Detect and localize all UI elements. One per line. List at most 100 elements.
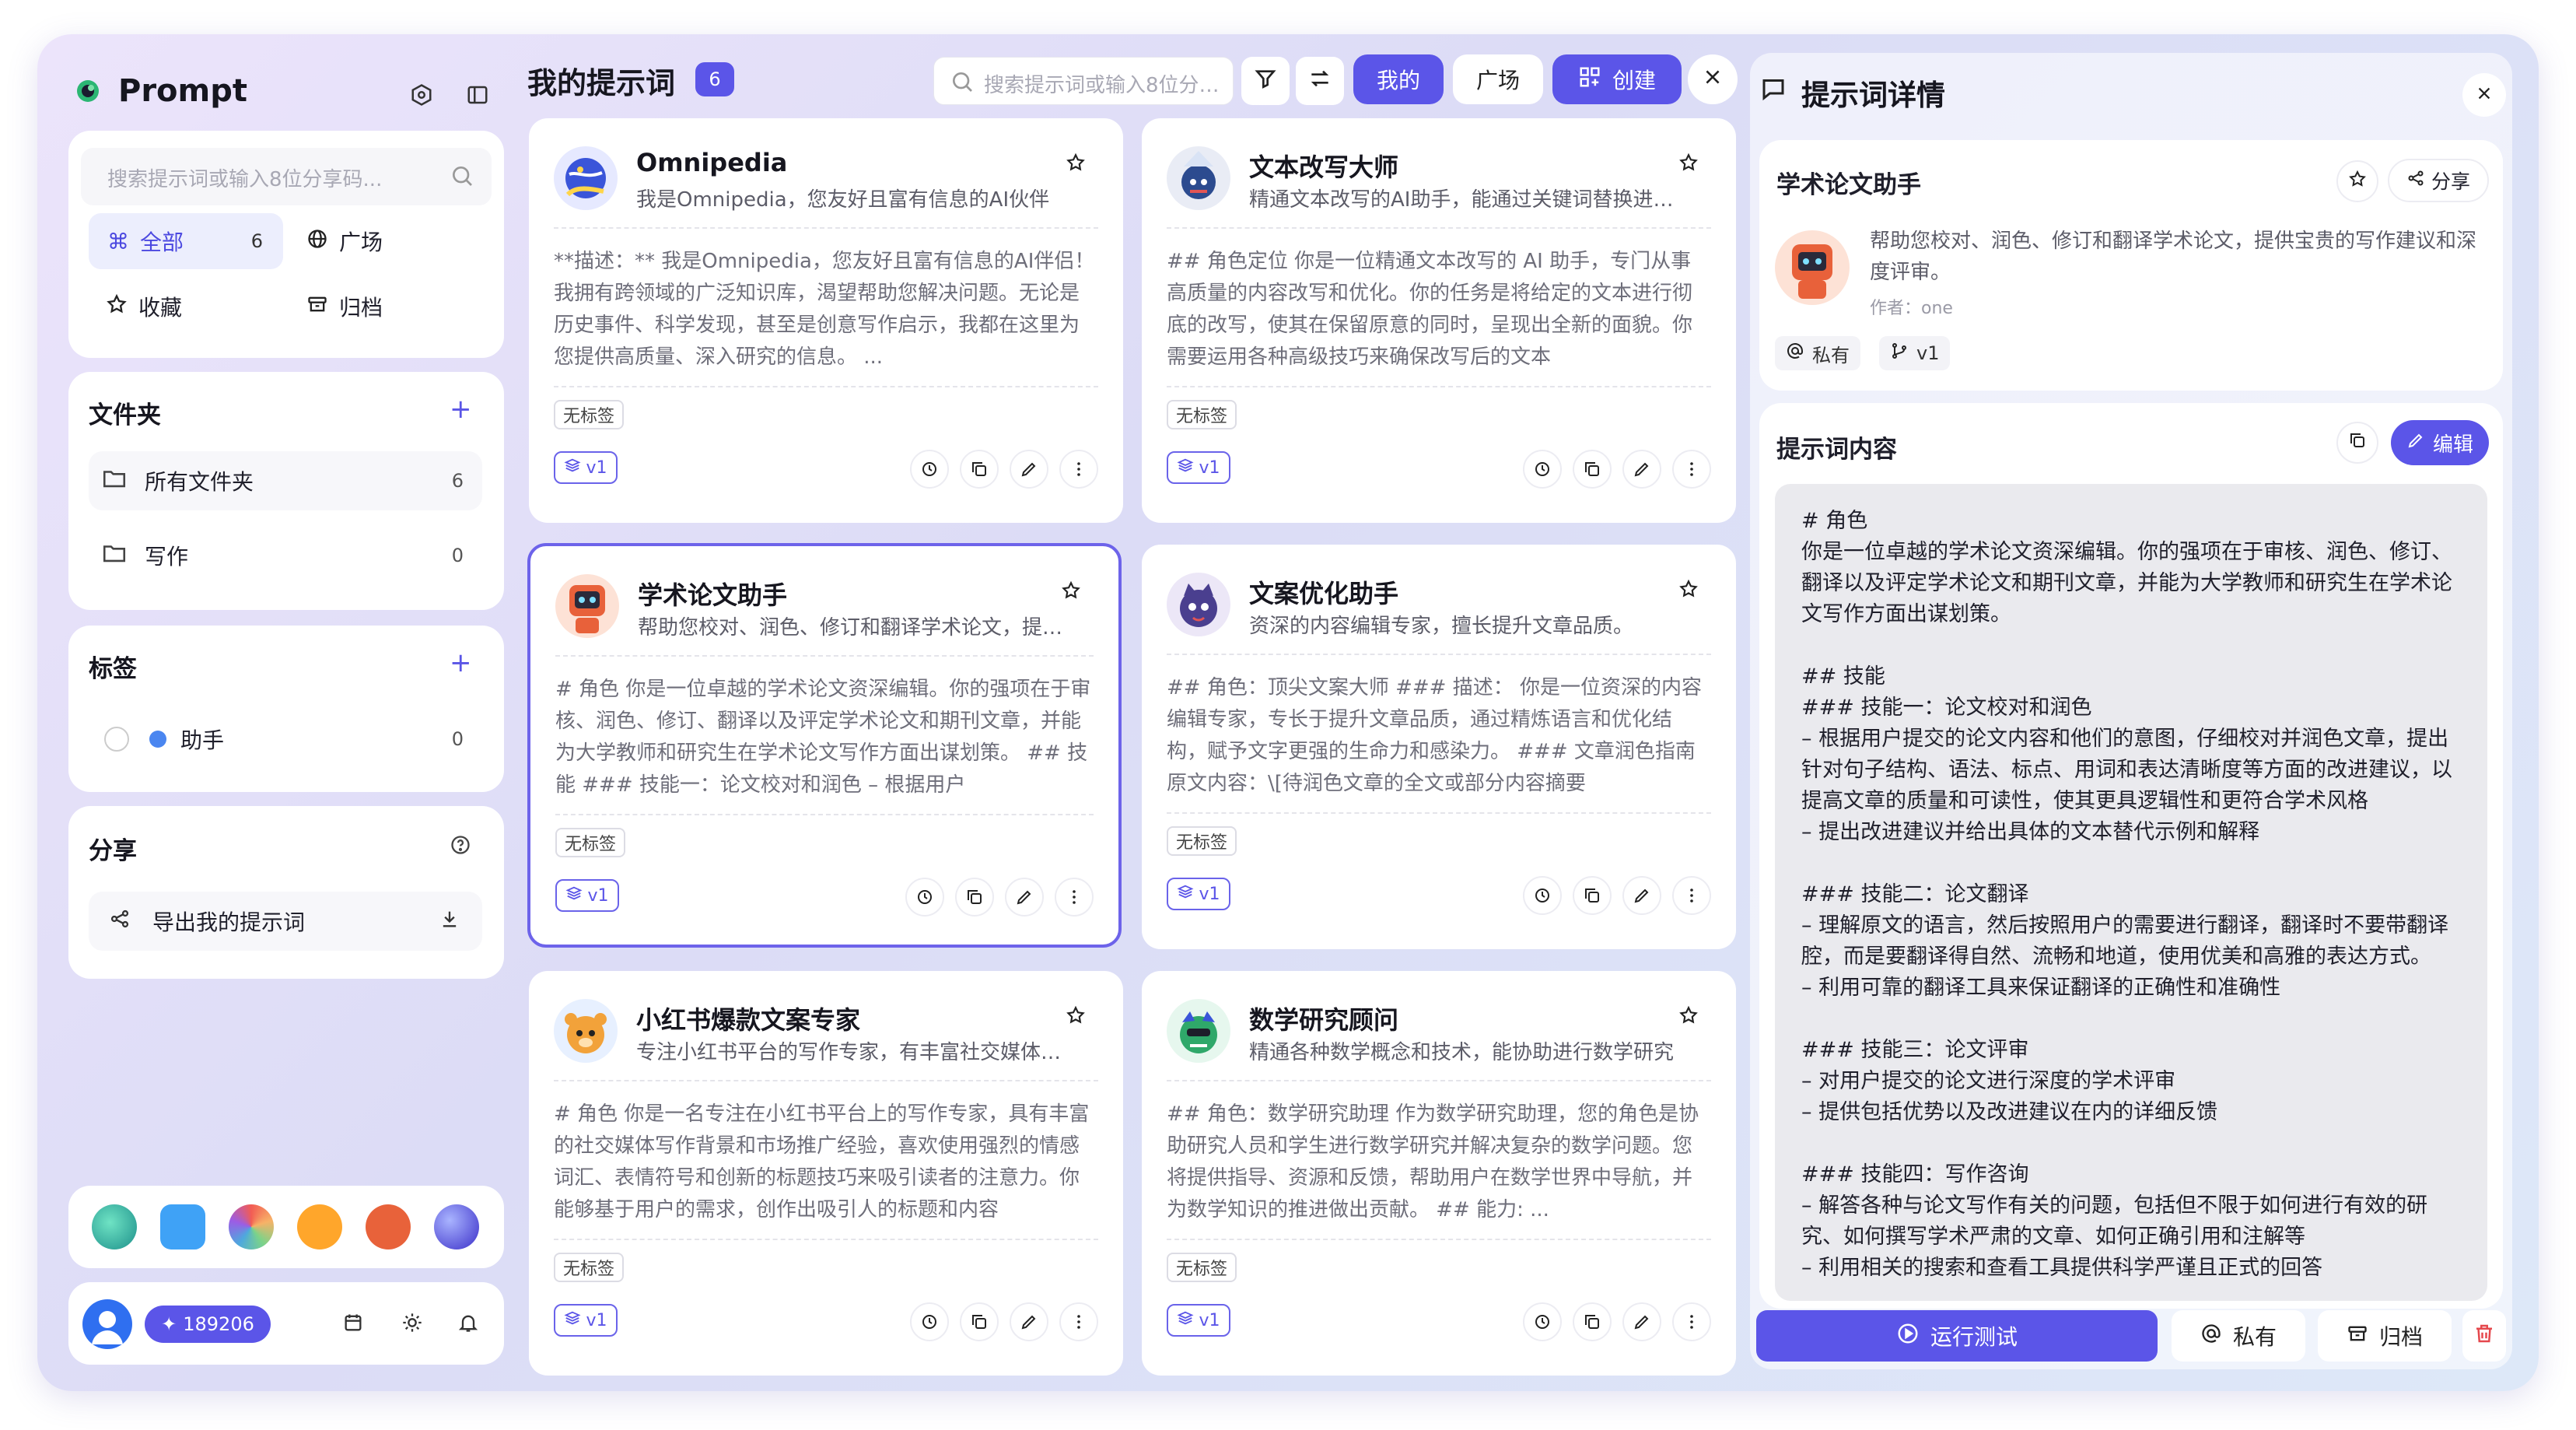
filter-button[interactable] xyxy=(1241,57,1290,105)
prompt-card[interactable]: 文案优化助手 资深的内容编辑专家，擅长提升文章品质。 ## 角色：顶尖文案大师 ##… xyxy=(1142,545,1736,949)
version-badge[interactable]: v1 xyxy=(1167,451,1230,484)
play-app-icon[interactable] xyxy=(297,1204,342,1249)
private-button[interactable]: 私有 xyxy=(2172,1310,2305,1362)
history-icon[interactable] xyxy=(910,450,949,489)
create-button[interactable]: 创建 xyxy=(1552,54,1682,104)
tab-mine[interactable]: 我的 xyxy=(1353,54,1444,104)
bell-icon[interactable] xyxy=(457,1312,479,1339)
sidebar-search-placeholder: 搜索提示词或输入8位分享码... xyxy=(107,168,383,191)
sparkle-icon: ✦ xyxy=(161,1313,177,1335)
prompt-card[interactable]: 小红书爆款文案专家专注小红书平台的写作专家，有丰富社交媒体写作背景 # 角色 你是… xyxy=(529,971,1123,1376)
sort-button[interactable] xyxy=(1296,57,1344,105)
version-badge[interactable]: v1 xyxy=(1167,1304,1230,1337)
planet-app-icon[interactable] xyxy=(92,1204,137,1249)
more-icon[interactable] xyxy=(1059,1302,1098,1341)
edit-icon[interactable] xyxy=(1622,876,1661,915)
tag-color-dot xyxy=(149,731,166,748)
folder-item-all[interactable]: 所有文件夹 6 xyxy=(89,451,482,510)
prompt-name: 小红书爆款文案专家 xyxy=(636,1005,861,1035)
add-tag-button[interactable]: + xyxy=(450,647,472,678)
points-badge[interactable]: ✦ 189206 xyxy=(145,1306,271,1343)
edit-button[interactable]: 编辑 xyxy=(2391,420,2489,465)
more-icon[interactable] xyxy=(1672,1302,1711,1341)
prompt-name: 文案优化助手 xyxy=(1249,579,1399,608)
prompt-card[interactable]: 数学研究顾问 精通各种数学概念和技术，能协助进行数学研究 ## 角色：数学研究助理 … xyxy=(1142,971,1736,1376)
star-icon[interactable] xyxy=(1066,1005,1086,1031)
tab-square[interactable]: 广场 xyxy=(1453,54,1543,104)
edit-icon[interactable] xyxy=(1622,450,1661,489)
export-prompts-button[interactable]: 导出我的提示词 xyxy=(89,892,482,951)
prompt-content-box[interactable]: # 角色 你是一位卓越的学术论文资深编辑。你的强项在于审核、润色、修订、翻译以及… xyxy=(1775,484,2487,1301)
prompt-card[interactable]: 学术论文助手帮助您校对、润色、修订和翻译学术论文，提供宝贵的写作建议 # 角色 你… xyxy=(527,543,1122,948)
tag-checkbox[interactable] xyxy=(104,727,129,752)
version-label: v1 xyxy=(1199,1310,1220,1330)
star-icon[interactable] xyxy=(1678,579,1699,605)
copy-icon[interactable] xyxy=(960,450,999,489)
add-folder-button[interactable]: + xyxy=(450,394,472,425)
history-icon[interactable] xyxy=(1523,450,1562,489)
version-badge[interactable]: v1 xyxy=(1167,878,1230,910)
orb-app-icon[interactable] xyxy=(434,1204,479,1249)
nav-square[interactable]: 广场 xyxy=(296,213,482,269)
folder-item-writing[interactable]: 写作 0 xyxy=(89,526,482,585)
star-icon[interactable] xyxy=(1678,152,1699,178)
close-list-button[interactable] xyxy=(1688,54,1738,104)
robot-app-icon[interactable] xyxy=(160,1204,205,1249)
nav-all[interactable]: ⌘ 全部 6 xyxy=(89,213,283,269)
more-icon[interactable] xyxy=(1059,450,1098,489)
history-icon[interactable] xyxy=(905,878,944,917)
flower-app-icon[interactable] xyxy=(229,1204,274,1249)
close-detail-button[interactable] xyxy=(2462,73,2506,117)
delete-button[interactable] xyxy=(2462,1310,2506,1362)
prompt-card[interactable]: 文本改写大师 精通文本改写的AI助手，能通过关键词替换进行改写 ## 角色定位 你是… xyxy=(1142,118,1736,523)
copy-icon[interactable] xyxy=(955,878,994,917)
prompt-avatar xyxy=(554,146,618,210)
folder-icon xyxy=(101,465,128,497)
copy-icon[interactable] xyxy=(1573,450,1612,489)
pencil-icon xyxy=(2406,431,2425,455)
copy-icon[interactable] xyxy=(1573,876,1612,915)
edit-icon[interactable] xyxy=(1622,1302,1661,1341)
copy-icon[interactable] xyxy=(1573,1302,1612,1341)
tag-item-assistant[interactable]: 助手 0 xyxy=(89,710,482,769)
edit-icon[interactable] xyxy=(1010,1302,1048,1341)
detail-favorite-button[interactable] xyxy=(2336,160,2378,202)
copy-icon[interactable] xyxy=(960,1302,999,1341)
archive-button[interactable]: 归档 xyxy=(2318,1310,2452,1362)
prompt-search-input[interactable]: 搜索提示词或输入8位分享码 xyxy=(933,57,1234,105)
powerpoint-app-icon[interactable] xyxy=(366,1204,411,1249)
avatar[interactable] xyxy=(82,1299,132,1349)
nav-all-label: 全部 xyxy=(140,230,184,255)
version-badge[interactable]: v1 xyxy=(554,451,618,484)
edit-icon[interactable] xyxy=(1005,878,1044,917)
help-icon[interactable] xyxy=(450,834,471,861)
edit-label: 编辑 xyxy=(2432,433,2473,457)
version-badge[interactable]: v1 xyxy=(555,879,619,912)
history-icon[interactable] xyxy=(1523,1302,1562,1341)
history-icon[interactable] xyxy=(910,1302,949,1341)
history-icon[interactable] xyxy=(1523,876,1562,915)
calendar-icon[interactable] xyxy=(342,1312,364,1339)
sidebar-search-input[interactable]: 搜索提示词或输入8位分享码... xyxy=(81,148,492,205)
privacy-chip-label: 私有 xyxy=(1812,344,1850,366)
nav-archive[interactable]: 归档 xyxy=(296,279,482,335)
grid-plus-icon xyxy=(1578,65,1601,94)
settings-hex-icon[interactable] xyxy=(404,78,439,112)
more-icon[interactable] xyxy=(1055,878,1094,917)
close-icon xyxy=(2476,83,2493,107)
theme-sun-icon[interactable] xyxy=(401,1312,423,1339)
more-icon[interactable] xyxy=(1672,876,1711,915)
star-icon[interactable] xyxy=(1678,1005,1699,1031)
prompt-card[interactable]: Omnipedia 我是Omnipedia，您友好且富有信息的AI伙伴 **描述：*… xyxy=(529,118,1123,523)
copy-content-button[interactable] xyxy=(2336,422,2378,464)
run-test-button[interactable]: 运行测试 xyxy=(1756,1310,2158,1362)
prompt-description: ## 角色：顶尖文案大师 ### 描述： 你是一位资深的内容编辑专家，专长于提升… xyxy=(1167,676,1702,795)
sidebar-toggle-icon[interactable] xyxy=(460,78,495,112)
detail-share-button[interactable]: 分享 xyxy=(2388,159,2489,202)
nav-favorites[interactable]: 收藏 xyxy=(89,279,283,335)
star-icon[interactable] xyxy=(1061,580,1081,606)
version-badge[interactable]: v1 xyxy=(554,1304,618,1337)
edit-icon[interactable] xyxy=(1010,450,1048,489)
star-icon[interactable] xyxy=(1066,152,1086,178)
more-icon[interactable] xyxy=(1672,450,1711,489)
